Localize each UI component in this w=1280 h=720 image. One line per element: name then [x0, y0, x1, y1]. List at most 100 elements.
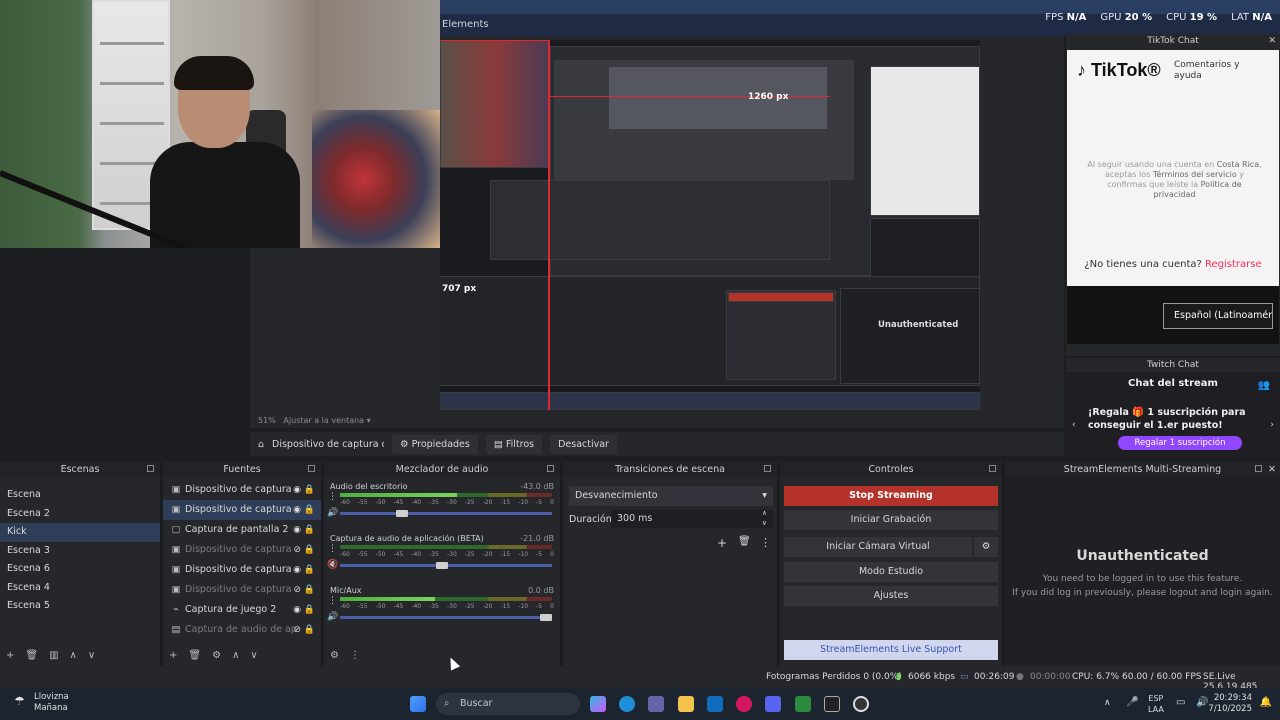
preview-canvas[interactable]: Unauthenticated 1260 px 707 px — [440, 40, 980, 410]
volume-slider[interactable] — [340, 616, 552, 619]
close-icon[interactable]: ✕ — [1268, 36, 1276, 46]
add-source-icon[interactable]: + — [169, 650, 177, 661]
teams-icon[interactable] — [648, 696, 664, 712]
virtual-camera-button[interactable]: Iniciar Cámara Virtual — [784, 537, 972, 557]
tray-chevron-icon[interactable]: ∧ — [1104, 698, 1111, 708]
copilot-icon[interactable] — [590, 696, 606, 712]
filters-button[interactable]: ▤ Filtros — [485, 434, 543, 454]
volume-knob[interactable] — [540, 614, 552, 621]
duration-input[interactable]: 300 ms ∧ ∨ — [611, 508, 773, 528]
feedback-help-link[interactable]: Comentarios y ayuda — [1174, 60, 1270, 82]
scene-item[interactable]: Escena 4 — [0, 579, 160, 598]
move-down-icon[interactable]: ∨ — [88, 650, 95, 661]
filter-scene-icon[interactable]: ▥ — [49, 650, 58, 661]
lock-icon[interactable]: 🔒 — [304, 560, 315, 580]
obs-icon[interactable] — [853, 696, 869, 712]
source-item[interactable]: ▣ Dispositivo de captura ⊘ 🔒 — [163, 540, 321, 560]
volume-knob[interactable] — [396, 510, 408, 517]
muted-speaker-icon[interactable]: 🔇 — [327, 560, 338, 570]
scene-item[interactable]: Escena 3 — [0, 542, 160, 561]
discord-icon[interactable] — [765, 696, 781, 712]
move-up-icon[interactable]: ∧ — [70, 650, 77, 661]
register-link[interactable]: Registrarse — [1205, 259, 1262, 270]
lock-icon[interactable]: 🔒 — [304, 580, 315, 600]
eye-icon[interactable]: ◉ — [293, 500, 301, 520]
add-transition-icon[interactable]: + — [717, 536, 727, 550]
eye-icon[interactable]: ◉ — [293, 600, 301, 620]
lock-icon[interactable]: 🔒 — [304, 520, 315, 540]
source-item[interactable]: ⌁ Captura de juego 2 ◉ 🔒 — [163, 600, 321, 620]
source-item[interactable]: ▣ Dispositivo de captura ◉ 🔒 — [163, 500, 321, 520]
lock-icon[interactable]: 🔒 — [304, 500, 315, 520]
scene-item[interactable]: Escena — [0, 486, 160, 505]
windows-start-icon[interactable] — [410, 696, 426, 712]
stop-streaming-button[interactable]: Stop Streaming — [784, 486, 998, 506]
delete-scene-icon[interactable]: 🗑 — [25, 650, 38, 661]
eye-off-icon[interactable]: ⊘ — [293, 620, 301, 640]
volume-knob[interactable] — [436, 562, 448, 569]
mixer-settings-icon[interactable]: ⚙ — [330, 650, 339, 661]
properties-button[interactable]: ⚙ Propiedades — [392, 434, 478, 454]
scene-item[interactable]: Kick — [0, 523, 160, 542]
language-select[interactable]: Español (Latinoamérica) — [1163, 303, 1273, 329]
store-icon[interactable] — [795, 696, 811, 712]
transition-select[interactable]: Desvanecimiento ▾ — [569, 486, 773, 506]
file-explorer-icon[interactable] — [678, 696, 694, 712]
move-up-icon[interactable]: ∧ — [232, 650, 239, 661]
scene-item[interactable]: Escena 6 — [0, 560, 160, 579]
lock-icon[interactable]: 🔒 — [304, 620, 315, 640]
start-recording-button[interactable]: Iniciar Grabación — [784, 510, 998, 530]
lock-icon[interactable]: 🔒 — [304, 600, 315, 620]
gear-icon[interactable]: ⚙ — [974, 537, 998, 557]
scene-item[interactable]: Escena 2 — [0, 505, 160, 524]
weather-widget[interactable]: ☂ Llovizna Mañana — [10, 692, 69, 714]
opera-icon[interactable] — [736, 696, 752, 712]
close-icon[interactable]: ✕ — [1268, 462, 1276, 478]
microphone-icon[interactable]: 🎤 — [1126, 697, 1138, 708]
system-clock[interactable]: 20:29:34 7/10/2025 — [1208, 693, 1252, 715]
eye-icon[interactable]: ◉ — [293, 480, 301, 500]
volume-icon[interactable]: 🔊 — [1196, 697, 1208, 708]
move-down-icon[interactable]: ∨ — [250, 650, 257, 661]
network-icon[interactable]: ▭ — [1176, 697, 1185, 708]
se-live-support-button[interactable]: StreamElements Live Support — [784, 640, 998, 660]
lock-icon[interactable]: 🔒 — [304, 480, 315, 500]
notification-bell-icon[interactable]: 🔔 — [1260, 697, 1272, 708]
chevron-right-icon[interactable]: › — [1270, 420, 1274, 430]
eye-off-icon[interactable]: ⊘ — [293, 580, 301, 600]
source-item[interactable]: ▢ Captura de pantalla 2 ◉ 🔒 — [163, 520, 321, 540]
channel-menu-icon[interactable]: ⋮ — [328, 544, 337, 554]
input-language[interactable]: ESP LAA — [1148, 693, 1164, 715]
gear-icon[interactable]: ⚙ — [212, 650, 221, 661]
studio-mode-button[interactable]: Modo Estudio — [784, 562, 998, 582]
add-scene-icon[interactable]: + — [6, 650, 14, 661]
taskbar-search[interactable]: ⌕ Buscar — [436, 693, 580, 715]
stepper-icon[interactable]: ∧ ∨ — [762, 508, 767, 528]
epic-games-icon[interactable] — [824, 696, 840, 712]
source-item[interactable]: ▤ Captura de audio de ap ⊘ 🔒 — [163, 620, 321, 640]
more-icon[interactable]: ⋮ — [760, 536, 771, 549]
users-icon[interactable]: 👥 — [1258, 380, 1270, 391]
edge-icon[interactable] — [619, 696, 635, 712]
chevron-left-icon[interactable]: ‹ — [1072, 420, 1076, 430]
eye-off-icon[interactable]: ⊘ — [293, 540, 301, 560]
channel-menu-icon[interactable]: ⋮ — [328, 492, 337, 502]
scene-item[interactable]: Escena 5 — [0, 597, 160, 616]
delete-transition-icon[interactable]: 🗑 — [738, 536, 751, 547]
source-item[interactable]: ▣ Dispositivo de captura ◉ 🔒 — [163, 480, 321, 500]
speaker-icon[interactable]: 🔊 — [327, 612, 338, 622]
more-icon[interactable]: ⋮ — [350, 650, 360, 661]
volume-slider[interactable] — [340, 512, 552, 515]
delete-source-icon[interactable]: 🗑 — [188, 650, 201, 661]
outlook-icon[interactable] — [707, 696, 723, 712]
preview-zoom-bar[interactable]: 51% Ajustar a la ventana ▾ — [250, 413, 1060, 429]
source-item[interactable]: ▣ Dispositivo de captura ◉ 🔒 — [163, 560, 321, 580]
eye-icon[interactable]: ◉ — [293, 520, 301, 540]
lock-icon[interactable]: 🔒 — [304, 540, 315, 560]
channel-menu-icon[interactable]: ⋮ — [328, 596, 337, 606]
settings-button[interactable]: Ajustes — [784, 586, 998, 606]
source-item[interactable]: ▣ Dispositivo de captura ⊘ 🔒 — [163, 580, 321, 600]
deactivate-button[interactable]: Desactivar — [550, 434, 617, 454]
speaker-icon[interactable]: 🔊 — [327, 508, 338, 518]
gift-sub-button[interactable]: Regalar 1 suscripción — [1118, 436, 1242, 450]
